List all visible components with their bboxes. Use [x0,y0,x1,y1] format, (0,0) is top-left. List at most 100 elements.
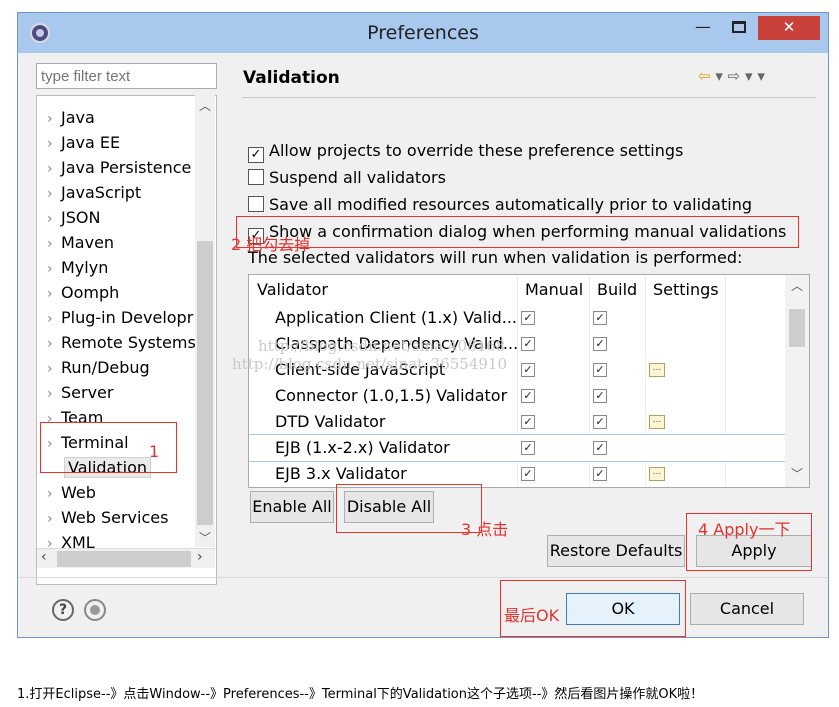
tree-item-web-services[interactable]: › Web Services [47,508,168,530]
chevron-right-icon: › [47,311,53,327]
chevron-right-icon: › [47,361,53,377]
annotation-step1: 1 [149,442,160,461]
view-menu-icon[interactable]: ▾ [757,67,765,85]
table-row[interactable]: Connector (1.0,1.5) Validator ✓ ✓ [249,383,789,409]
column-header-validator[interactable]: Validator [257,280,328,299]
tree-horizontal-scrollbar[interactable]: ‹ › [37,548,215,568]
tree-item-javascript[interactable]: › JavaScript [47,183,141,205]
page-title: Validation [243,68,340,88]
close-button[interactable]: ✕ [758,16,820,40]
annotation-step2: 2 把勾去掉 [231,235,311,254]
table-row[interactable]: EJB (1.x-2.x) Validator ✓ ✓ [249,434,790,462]
scroll-up-icon[interactable]: ︿ [785,277,809,294]
table-scrollbar[interactable]: ︿ ﹀ [785,275,809,487]
build-checkbox[interactable]: ✓ [593,363,607,377]
build-checkbox[interactable]: ✓ [593,311,607,325]
scrollbar-thumb[interactable] [197,241,213,525]
settings-button[interactable]: ... [649,363,665,377]
filter-input[interactable] [36,63,217,89]
back-arrow-icon[interactable]: ⇦ [698,67,711,85]
chevron-right-icon: › [47,386,53,402]
title-divider [242,97,816,98]
checkbox-unchecked[interactable] [248,169,264,185]
forward-menu-icon[interactable]: ▾ [745,67,753,85]
maximize-icon [732,21,746,33]
annotation-step4: 4 Apply一下 [698,520,791,539]
validators-intro: The selected validators will run when va… [248,248,743,267]
column-header-build[interactable]: Build [597,280,637,299]
annotation-box-confirmation [236,216,799,248]
back-menu-icon[interactable]: ▾ [715,67,723,85]
chevron-right-icon: › [47,161,53,177]
restore-defaults-button[interactable]: Restore Defaults [547,535,685,567]
chevron-right-icon: › [47,186,53,202]
tree-item-maven[interactable]: › Maven [47,233,114,255]
tree-item-server[interactable]: › Server [47,383,113,405]
chevron-right-icon: › [47,336,53,352]
tree-item-java[interactable]: › Java [47,108,95,130]
chevron-right-icon: › [47,111,53,127]
manual-checkbox[interactable]: ✓ [521,467,535,481]
build-checkbox[interactable]: ✓ [593,389,607,403]
tree-item-json[interactable]: › JSON [47,208,100,230]
build-checkbox[interactable]: ✓ [593,467,607,481]
tree-vertical-scrollbar[interactable]: ︿ ﹀ [195,95,215,547]
column-header-settings[interactable]: Settings [653,280,719,299]
annotation-final: 最后OK [504,606,560,625]
tree-item-mylyn[interactable]: › Mylyn [47,258,108,280]
manual-checkbox[interactable]: ✓ [521,311,535,325]
tree-item-plugin-development[interactable]: › Plug-in Developr [47,308,193,330]
table-row[interactable]: EJB 3.x Validator ✓ ✓ ... [249,461,789,487]
tree-item-oomph[interactable]: › Oomph [47,283,119,305]
manual-checkbox[interactable]: ✓ [521,363,535,377]
maximize-button[interactable] [723,16,755,40]
chevron-right-icon: › [47,236,53,252]
scroll-down-icon[interactable]: ﹀ [785,465,809,482]
validators-table: Validator Manual Build Settings Applicat… [248,274,810,488]
chevron-right-icon: › [47,486,53,502]
column-header-manual[interactable]: Manual [525,280,583,299]
watermark-line: http://blog.csdn.net/sinat_36554910 [232,355,508,373]
tree-item-java-ee[interactable]: › Java EE [47,133,120,155]
help-icon[interactable]: ? [52,599,74,621]
checkbox-unchecked[interactable] [248,196,264,212]
annotation-step3: 3 点击 [461,520,509,539]
minimize-button[interactable]: — [687,16,719,40]
option-suspend-all[interactable]: Suspend all validators [248,168,446,192]
scroll-right-icon[interactable]: › [197,549,203,565]
forward-arrow-icon[interactable]: ⇨ [728,67,741,85]
history-navigation: ⇦ ▾ ⇨ ▾ ▾ [698,67,765,85]
table-row[interactable]: DTD Validator ✓ ✓ ... [249,409,789,435]
settings-button[interactable]: ... [649,467,665,481]
scrollbar-thumb[interactable] [789,309,805,347]
table-row[interactable]: Application Client (1.x) Valid... ✓ ✓ [249,305,789,331]
manual-checkbox[interactable]: ✓ [521,337,535,351]
build-checkbox[interactable]: ✓ [593,441,607,455]
chevron-right-icon: › [47,511,53,527]
checkbox-checked[interactable]: ✓ [248,147,264,163]
build-checkbox[interactable]: ✓ [593,415,607,429]
chevron-right-icon: › [47,136,53,152]
record-macro-icon[interactable] [84,599,106,621]
footer-divider [18,577,828,578]
manual-checkbox[interactable]: ✓ [521,415,535,429]
manual-checkbox[interactable]: ✓ [521,389,535,403]
scroll-left-icon[interactable]: ‹ [41,549,47,565]
tree-item-web[interactable]: › Web [47,483,96,505]
chevron-right-icon: › [47,211,53,227]
scroll-up-icon[interactable]: ︿ [195,97,215,114]
option-allow-override[interactable]: ✓ Allow projects to override these prefer… [248,141,683,165]
tree-item-java-persistence[interactable]: › Java Persistence [47,158,191,180]
chevron-right-icon: › [47,261,53,277]
scrollbar-thumb[interactable] [57,551,191,567]
manual-checkbox[interactable]: ✓ [521,441,535,455]
settings-button[interactable]: ... [649,415,665,429]
scroll-down-icon[interactable]: ﹀ [195,529,215,546]
build-checkbox[interactable]: ✓ [593,337,607,351]
tree-item-remote-systems[interactable]: › Remote Systems [47,333,196,355]
cancel-button[interactable]: Cancel [690,593,804,625]
chevron-right-icon: › [47,286,53,302]
tree-item-run-debug[interactable]: › Run/Debug [47,358,150,380]
enable-all-button[interactable]: Enable All [250,491,334,523]
title-bar[interactable]: Preferences — ✕ [18,13,828,53]
